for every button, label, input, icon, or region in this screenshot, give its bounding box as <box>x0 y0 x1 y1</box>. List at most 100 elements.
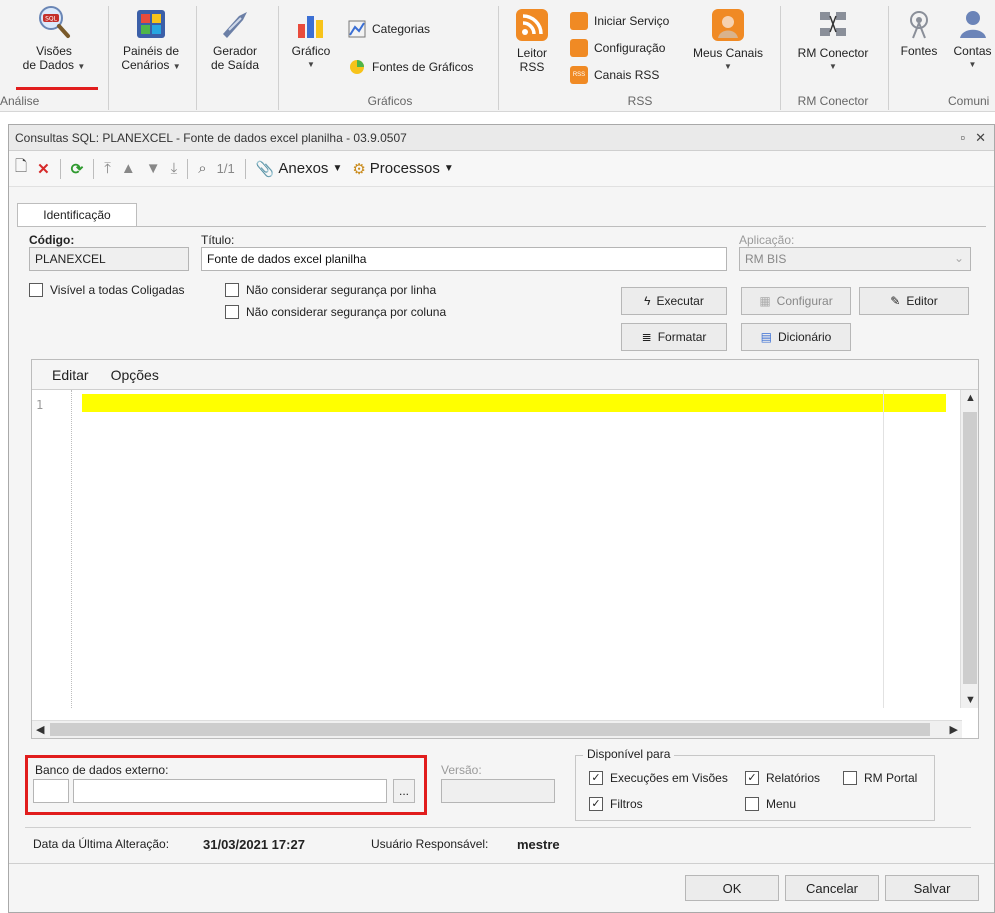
rm-portal-label: RM Portal <box>864 771 918 785</box>
codigo-field[interactable]: PLANEXCEL <box>29 247 189 271</box>
checkbox-box <box>843 771 857 785</box>
tab-identificacao[interactable]: Identificação <box>17 203 137 227</box>
separator <box>498 6 499 110</box>
leitor-rss-button[interactable]: Leitor RSS <box>506 8 558 74</box>
titulo-field[interactable]: Fonte de dados excel planilha <box>201 247 727 271</box>
aplicacao-value: RM BIS <box>745 252 787 266</box>
grafico-button[interactable]: Gráfico ▼ <box>284 8 338 72</box>
banco-nome-input[interactable] <box>73 779 387 803</box>
vertical-scroll-thumb[interactable] <box>963 412 977 684</box>
close-icon[interactable]: ✕ <box>975 130 986 146</box>
visivel-coligadas-checkbox[interactable]: Visível a todas Coligadas <box>29 283 185 297</box>
relatorios-checkbox[interactable]: ✓ Relatórios <box>745 771 820 785</box>
first-record-icon[interactable]: ⤒ <box>104 160 111 177</box>
editor-button[interactable]: ✎ Editor <box>859 287 969 315</box>
next-record-icon[interactable]: ▼ <box>146 160 161 177</box>
execucoes-visoes-checkbox[interactable]: ✓ Execuções em Visões <box>589 771 728 785</box>
contas-button[interactable]: Contas ▼ <box>950 8 995 72</box>
chevron-down-icon: ⌄ <box>953 251 964 265</box>
footer-divider-2 <box>9 863 994 864</box>
separator <box>888 6 889 110</box>
horizontal-scroll-thumb[interactable] <box>50 723 930 736</box>
dicionario-button[interactable]: ▤ Dicionário <box>741 323 851 351</box>
menu-checkbox[interactable]: Menu <box>745 797 796 811</box>
checkbox-checked: ✓ <box>745 771 759 785</box>
paineis-de-cenarios-button[interactable]: Painéis de Cenários ▼ <box>112 8 190 74</box>
categorias-label: Categorias <box>372 22 431 36</box>
chevron-down-icon: ▼ <box>172 62 181 71</box>
scroll-down-icon[interactable]: ▼ <box>965 694 976 706</box>
line-number: 1 <box>36 398 44 412</box>
anexos-label: Anexos <box>278 160 329 177</box>
new-document-icon[interactable]: 🗋 <box>15 156 27 181</box>
fontes-button[interactable]: Fontes <box>894 8 944 58</box>
group-label-analise: Análise <box>0 94 40 108</box>
previous-record-icon[interactable]: ▲ <box>121 160 136 177</box>
group-label-graficos: Gráficos <box>367 94 413 108</box>
fontes-de-graficos-button[interactable]: Fontes de Gráficos <box>348 58 473 76</box>
menu-label: Menu <box>766 797 797 811</box>
refresh-icon[interactable]: ⟳ <box>71 160 84 178</box>
contas-label: Contas <box>953 44 992 58</box>
binoculars-icon[interactable]: ⌕ <box>198 160 206 177</box>
anexos-button[interactable]: 📎 Anexos ▼ <box>256 160 343 178</box>
current-line-highlight <box>82 394 946 412</box>
seguranca-linha-checkbox[interactable]: Não considerar segurança por linha <box>225 283 436 297</box>
executar-label: Executar <box>656 294 704 308</box>
iniciar-servico-button[interactable]: Iniciar Serviço <box>570 12 669 30</box>
meus-canais-button[interactable]: Meus Canais ▼ <box>688 8 768 74</box>
exec-visoes-label: Execuções em Visões <box>610 771 728 785</box>
disponivel-para-label: Disponível para <box>583 747 675 761</box>
separator <box>108 6 109 110</box>
menu-editar[interactable]: Editar <box>52 367 89 383</box>
seguranca-coluna-checkbox[interactable]: Não considerar segurança por coluna <box>225 305 446 319</box>
banco-codigo-input[interactable] <box>33 779 69 803</box>
formatar-button[interactable]: ≣ Formatar <box>621 323 727 351</box>
configuracao-button[interactable]: Configuração <box>570 39 665 57</box>
aplicacao-label: Aplicação: <box>739 233 795 247</box>
dicionario-label: Dicionário <box>777 330 832 344</box>
chart-icon <box>295 8 327 40</box>
delete-icon[interactable]: ✕ <box>37 160 50 178</box>
scroll-up-icon[interactable]: ▲ <box>965 392 976 404</box>
seg-linha-label: Não considerar segurança por linha <box>246 283 437 297</box>
meus-canais-label: Meus Canais <box>692 46 764 60</box>
toolbar-separator <box>187 158 189 179</box>
configure-icon: ▦ <box>759 294 771 308</box>
ok-button[interactable]: OK <box>685 875 779 901</box>
restore-icon[interactable]: ▫ <box>960 130 965 146</box>
categorias-button[interactable]: Categorias <box>348 20 430 38</box>
paineis-label-2: Cenários ▼ <box>121 58 181 72</box>
gerador-label-1: Gerador <box>212 44 258 58</box>
scroll-right-icon[interactable]: ▶ <box>950 723 958 736</box>
paperclip-icon: 📎 <box>255 160 275 178</box>
filtros-checkbox[interactable]: ✓ Filtros <box>589 797 643 811</box>
format-icon: ≣ <box>641 330 652 344</box>
processos-label: Processos <box>369 160 440 177</box>
processos-button[interactable]: ⚙ Processos ▼ <box>352 160 453 178</box>
browse-button[interactable]: ... <box>393 779 415 803</box>
executar-button[interactable]: ϟ Executar <box>621 287 727 315</box>
cancelar-button[interactable]: Cancelar <box>785 875 879 901</box>
seg-coluna-label: Não considerar segurança por coluna <box>246 305 447 319</box>
right-margin-guide <box>883 390 884 708</box>
sql-editor[interactable]: Editar Opções 1 ▲ ▼ ◀ ▶ <box>31 359 979 739</box>
page-indicator: 1/1 <box>216 161 235 176</box>
last-record-icon[interactable]: ⤓ <box>171 160 178 177</box>
connector-icon <box>816 8 850 42</box>
horizontal-scrollbar[interactable]: ◀ ▶ <box>32 720 962 738</box>
scroll-left-icon[interactable]: ◀ <box>36 723 44 736</box>
menu-opcoes[interactable]: Opções <box>111 367 159 383</box>
visoes-de-dados-button[interactable]: SQL Visões de Dados ▼ <box>14 4 94 74</box>
salvar-button[interactable]: Salvar <box>885 875 979 901</box>
rm-conector-button[interactable]: RM Conector ▼ <box>786 8 880 74</box>
rm-portal-checkbox[interactable]: RM Portal <box>843 771 917 785</box>
visoes-label-2: de Dados ▼ <box>22 58 86 72</box>
vertical-scrollbar[interactable]: ▲ ▼ <box>960 390 978 708</box>
dialog-titlebar: Consultas SQL: PLANEXCEL - Fonte de dado… <box>9 125 994 151</box>
configurar-button[interactable]: ▦ Configurar <box>741 287 851 315</box>
canais-rss-button[interactable]: RSS Canais RSS <box>570 66 659 84</box>
gears-icon: ⚙ <box>352 160 366 178</box>
consultas-sql-dialog: Consultas SQL: PLANEXCEL - Fonte de dado… <box>8 124 995 913</box>
gerador-de-saida-button[interactable]: Gerador de Saída <box>200 8 270 72</box>
